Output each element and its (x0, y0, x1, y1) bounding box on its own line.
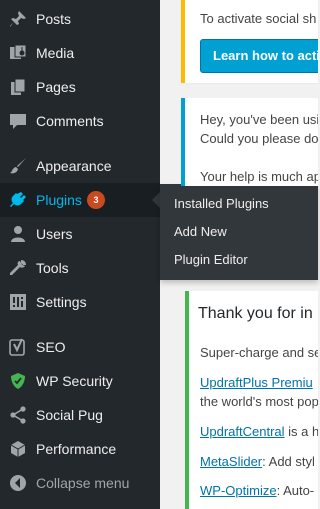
sidebar-item-media[interactable]: Media (0, 36, 160, 70)
submenu-item-plugin-editor[interactable]: Plugin Editor (174, 252, 248, 267)
notice-line: Hey, you've been usi (200, 112, 318, 127)
collapse-menu-button[interactable]: Collapse menu (0, 466, 160, 500)
share-icon (9, 406, 27, 424)
learn-how-button[interactable]: Learn how to activ (200, 39, 318, 73)
review-request-notice: Hey, you've been usi Could you please do… (181, 98, 318, 186)
metaslider-line: MetaSlider: Add styl (200, 454, 315, 469)
wp-optimize-link[interactable]: WP-Optimize (200, 483, 277, 498)
sidebar-item-performance[interactable]: Performance (0, 432, 160, 466)
notice-line: Could you please do (200, 131, 318, 146)
settings-icon (9, 293, 27, 311)
sidebar-item-settings[interactable]: Settings (0, 285, 160, 319)
media-icon (9, 44, 27, 62)
shield-icon (9, 372, 27, 390)
comment-icon (9, 112, 27, 130)
sidebar-item-label: SEO (36, 339, 66, 355)
wrench-icon (9, 259, 27, 277)
sidebar-item-label: Users (36, 226, 73, 242)
sidebar-item-users[interactable]: Users (0, 217, 160, 251)
admin-sidebar: Posts Media Pages Comments Appearance Pl… (0, 0, 160, 509)
sidebar-item-tools[interactable]: Tools (0, 251, 160, 285)
yoast-seo-icon (9, 338, 27, 356)
pushpin-icon (9, 10, 27, 28)
sidebar-item-label: Social Pug (36, 407, 103, 423)
notice-text: To activate social sh (200, 11, 317, 26)
sidebar-item-label: Collapse menu (36, 475, 130, 491)
sidebar-item-pages[interactable]: Pages (0, 70, 160, 104)
sidebar-item-seo[interactable]: SEO (0, 330, 160, 364)
pages-icon (9, 78, 27, 96)
paintbrush-icon (9, 157, 27, 175)
update-count-badge: 3 (87, 191, 105, 209)
submenu-item-installed-plugins[interactable]: Installed Plugins (174, 196, 269, 211)
collapse-arrow-icon (9, 474, 27, 492)
plugin-icon (9, 191, 27, 209)
thank-you-panel: Thank you for in Super-charge and se Upd… (185, 291, 318, 509)
updraftcentral-desc: is a h (284, 424, 318, 439)
submenu-item-add-new[interactable]: Add New (174, 224, 227, 239)
updraftcentral-line: UpdraftCentral is a h (200, 424, 318, 439)
sidebar-item-social-pug[interactable]: Social Pug (0, 398, 160, 432)
updraftplus-premium-link[interactable]: UpdraftPlus Premiu (200, 375, 313, 390)
user-icon (9, 225, 27, 243)
updraftplus-line: UpdraftPlus Premiu (200, 375, 313, 390)
performance-icon (9, 440, 27, 458)
wp-optimize-desc: : Auto- (276, 483, 315, 498)
sidebar-item-posts[interactable]: Posts (0, 2, 160, 36)
sidebar-item-label: Tools (36, 260, 69, 276)
updraftcentral-link[interactable]: UpdraftCentral (200, 424, 285, 439)
social-notice: To activate social sh Learn how to activ (181, 0, 318, 83)
sidebar-item-label: Performance (36, 441, 117, 457)
sidebar-item-label: Appearance (36, 158, 112, 174)
sidebar-item-plugins[interactable]: Plugins 3 (0, 183, 160, 217)
sidebar-item-label: Comments (36, 113, 104, 129)
metaslider-desc: : Add styl (262, 454, 315, 469)
sidebar-item-label: Settings (36, 294, 87, 310)
notice-line: Your help is much ap (200, 169, 318, 184)
sidebar-item-appearance[interactable]: Appearance (0, 149, 160, 183)
sidebar-item-wp-security[interactable]: WP Security (0, 364, 160, 398)
panel-intro: Super-charge and se (200, 345, 318, 360)
plugins-flyout-submenu: Installed Plugins Add New Plugin Editor (160, 184, 318, 280)
sidebar-item-label: WP Security (36, 373, 113, 389)
metaslider-link[interactable]: MetaSlider (200, 454, 262, 469)
sidebar-item-label: Posts (36, 11, 72, 27)
active-menu-arrow (152, 192, 160, 208)
sidebar-item-label: Plugins (36, 192, 82, 208)
sidebar-item-label: Media (36, 45, 75, 61)
updraftplus-desc: the world's most pop (200, 394, 318, 409)
sidebar-item-label: Pages (36, 79, 76, 95)
sidebar-item-comments[interactable]: Comments (0, 104, 160, 138)
panel-title: Thank you for in (198, 305, 313, 322)
wp-optimize-line: WP-Optimize: Auto- (200, 483, 314, 498)
